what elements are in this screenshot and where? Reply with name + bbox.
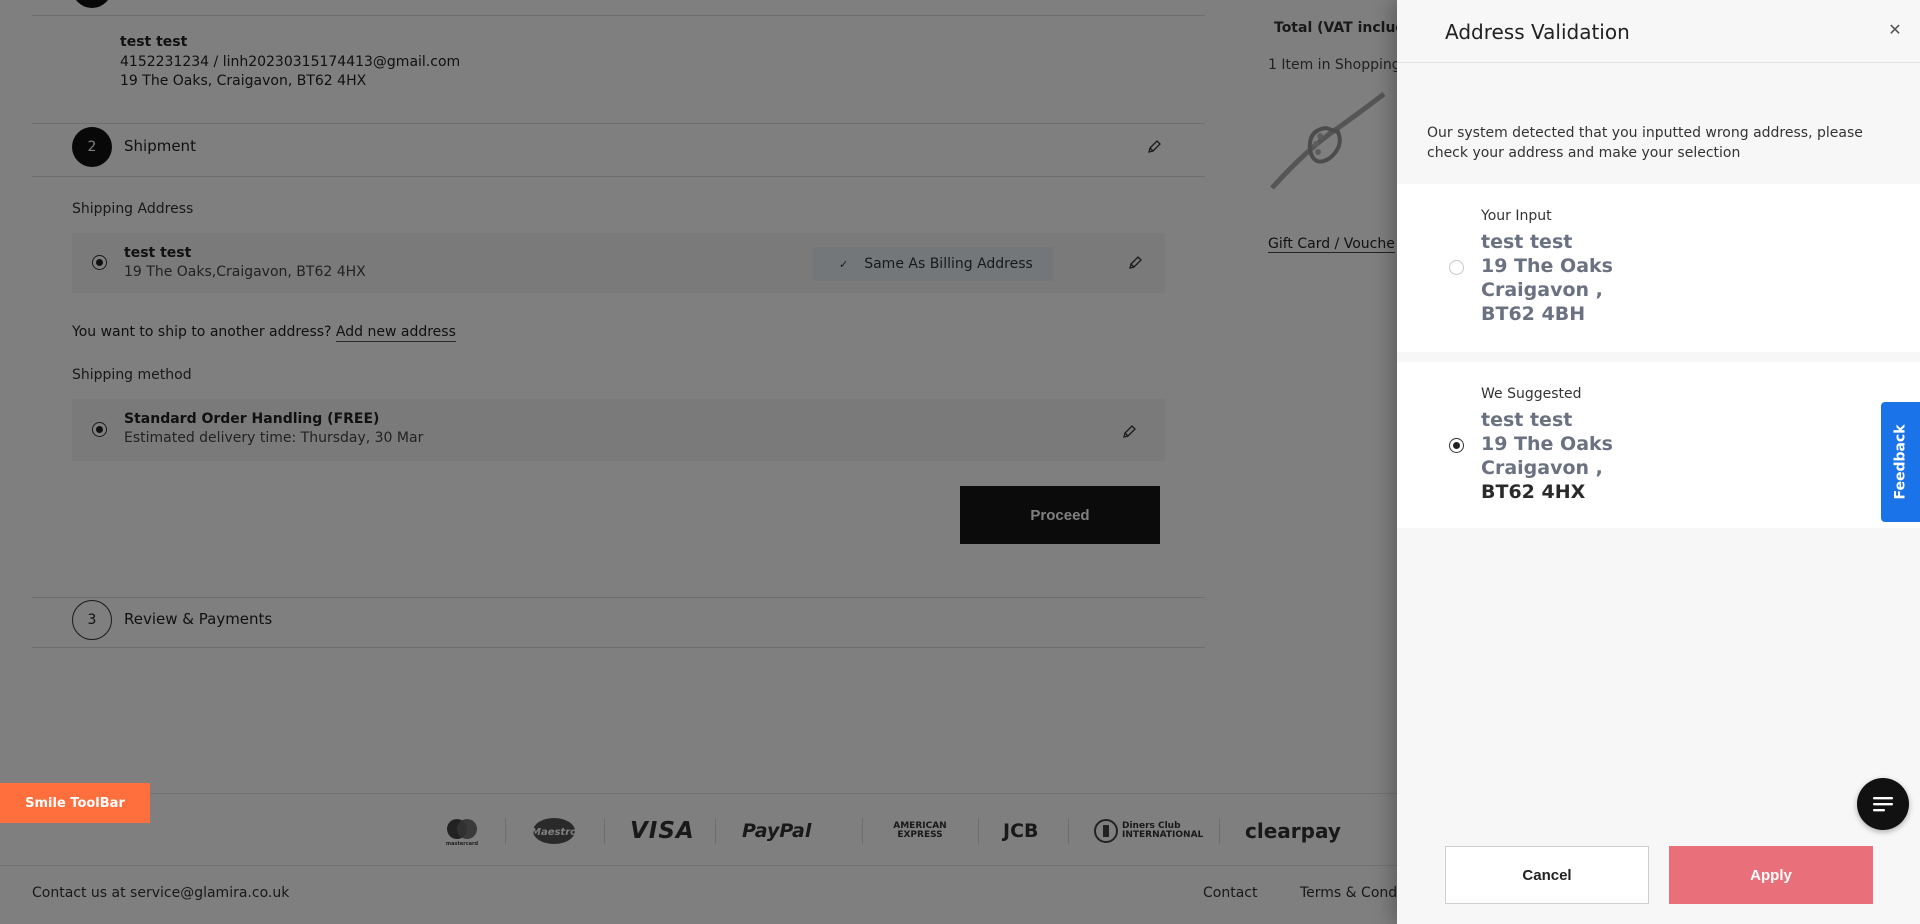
smile-toolbar-button[interactable]: Smile ToolBar <box>0 783 150 823</box>
address-option-your-input[interactable]: Your Input test test 19 The Oaks Craigav… <box>1397 184 1920 352</box>
option-label: Your Input <box>1481 208 1552 224</box>
option-address: test test 19 The Oaks Craigavon , BT62 4… <box>1481 230 1613 326</box>
option-street: 19 The Oaks <box>1481 433 1613 455</box>
your-input-radio[interactable] <box>1449 260 1464 275</box>
option-city: Craigavon , <box>1481 457 1603 479</box>
close-icon[interactable]: ✕ <box>1885 20 1905 40</box>
option-postcode: BT62 4HX <box>1481 481 1586 503</box>
option-postcode: BT62 4BH <box>1481 303 1586 325</box>
chat-icon <box>1873 797 1893 812</box>
chat-button[interactable] <box>1857 778 1909 830</box>
validation-message: Our system detected that you inputted wr… <box>1427 125 1863 161</box>
cancel-button[interactable]: Cancel <box>1445 846 1649 904</box>
option-street: 19 The Oaks <box>1481 255 1613 277</box>
feedback-label: Feedback <box>1892 424 1909 500</box>
option-name: test test <box>1481 409 1573 431</box>
apply-button[interactable]: Apply <box>1669 846 1873 904</box>
feedback-tab[interactable]: Feedback <box>1881 402 1920 522</box>
suggested-radio[interactable] <box>1449 438 1464 453</box>
address-option-suggested[interactable]: We Suggested test test 19 The Oaks Craig… <box>1397 362 1920 528</box>
address-validation-panel: Address Validation ✕ Our system detected… <box>1397 0 1920 924</box>
option-address: test test 19 The Oaks Craigavon , BT62 4… <box>1481 408 1613 504</box>
modal-title: Address Validation <box>1445 20 1630 44</box>
option-city: Craigavon , <box>1481 279 1603 301</box>
option-name: test test <box>1481 231 1573 253</box>
modal-header: Address Validation ✕ <box>1397 0 1920 63</box>
option-label: We Suggested <box>1481 386 1582 402</box>
